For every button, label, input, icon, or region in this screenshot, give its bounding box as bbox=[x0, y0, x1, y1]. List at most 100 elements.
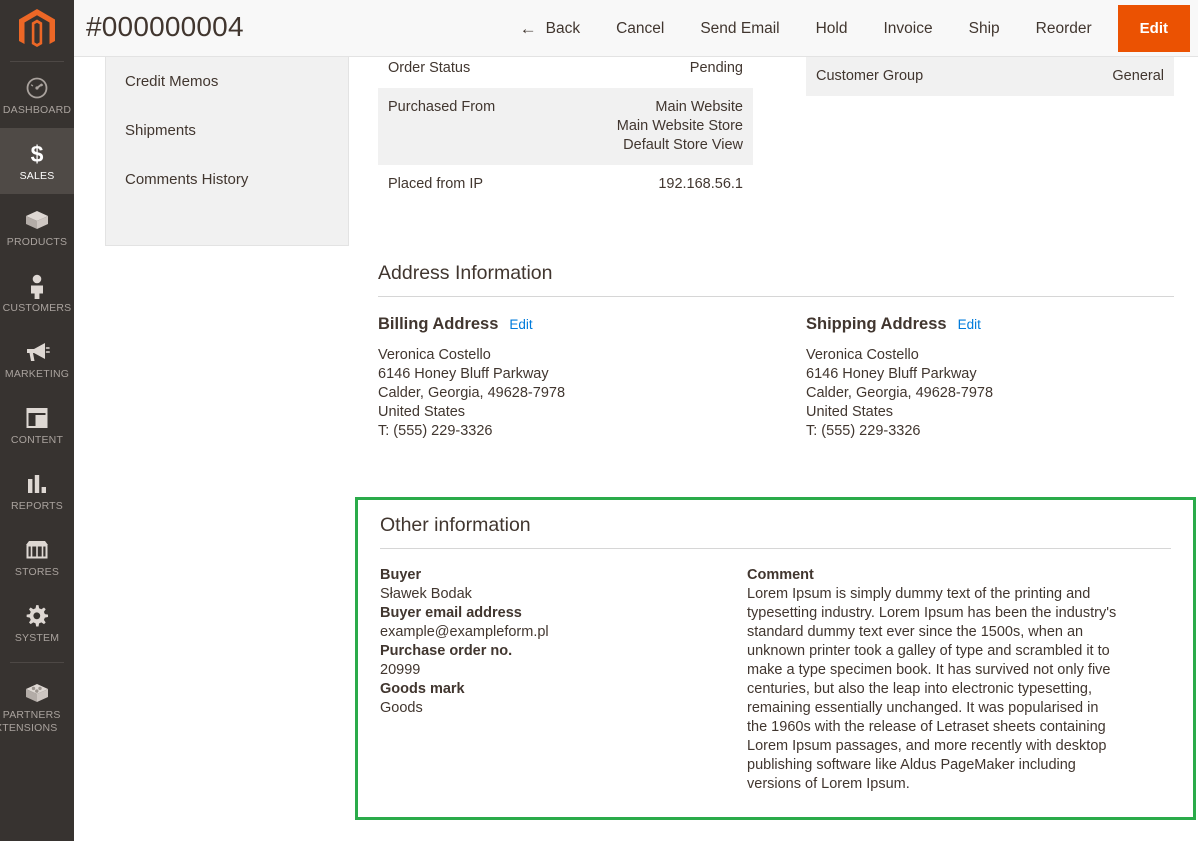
table-row: Purchased From Main Website Main Website… bbox=[378, 88, 753, 165]
purchased-from-label: Purchased From bbox=[388, 99, 496, 115]
sidebar-item-label: CONTENT bbox=[10, 434, 64, 446]
shipping-street: 6146 Honey Bluff Parkway bbox=[806, 366, 977, 382]
placed-from-ip-value: 192.168.56.1 bbox=[658, 176, 743, 192]
billing-city-state-zip: Calder, Georgia, 49628-7978 bbox=[378, 385, 566, 401]
billing-phone: T: (555) 229-3326 bbox=[378, 423, 493, 439]
dashboard-icon bbox=[25, 75, 49, 101]
buyer-email-value: example@exampleform.pl bbox=[380, 624, 549, 640]
send-email-button[interactable]: Send Email bbox=[682, 7, 797, 51]
placed-from-ip-label: Placed from IP bbox=[388, 176, 484, 192]
admin-sidebar: DASHBOARD $ SALES PRODUCTS CUSTOMERS MAR… bbox=[0, 0, 74, 841]
sidebar-item-stores[interactable]: STORES bbox=[0, 524, 74, 590]
address-information-section: Address Information Billing Address Edit… bbox=[378, 262, 1174, 441]
goods-mark-value: Goods bbox=[380, 700, 423, 716]
sidebar-item-label: DASHBOARD bbox=[2, 104, 72, 116]
cancel-button[interactable]: Cancel bbox=[598, 7, 682, 51]
other-information-fields: Buyer Sławek Bodak Buyer email address e… bbox=[380, 566, 747, 794]
shipping-city-state-zip: Calder, Georgia, 49628-7978 bbox=[806, 385, 994, 401]
shipping-phone: T: (555) 229-3326 bbox=[806, 423, 921, 439]
buyer-value: Sławek Bodak bbox=[380, 586, 472, 602]
order-status-value: Pending bbox=[689, 60, 743, 76]
sidebar-item-label: SALES bbox=[19, 170, 55, 182]
magento-logo[interactable] bbox=[0, 0, 74, 61]
purchase-order-no-value: 20999 bbox=[380, 662, 421, 678]
purchased-from-value: Main Website Main Website Store Default … bbox=[616, 99, 743, 153]
sidebar-item-products[interactable]: PRODUCTS bbox=[0, 194, 74, 260]
sidebar-divider-bottom bbox=[10, 662, 64, 663]
invoice-button[interactable]: Invoice bbox=[866, 7, 951, 51]
sidebar-item-marketing[interactable]: MARKETING bbox=[0, 326, 74, 392]
storefront-icon bbox=[24, 537, 50, 563]
billing-country: United States bbox=[378, 404, 466, 420]
sidebar-partners-label-line1: FIND PARTNERS bbox=[0, 709, 61, 721]
billing-name: Veronica Costello bbox=[378, 347, 491, 363]
comment-block: Comment Lorem Ipsum is simply dummy text… bbox=[747, 566, 1117, 794]
sidebar-item-label: MARKETING bbox=[4, 368, 70, 380]
comment-value: Lorem Ipsum is simply dummy text of the … bbox=[747, 586, 1117, 792]
sidebar-item-reports[interactable]: REPORTS bbox=[0, 458, 74, 524]
sidebar-item-label: SYSTEM bbox=[14, 632, 60, 644]
purchase-order-no-label: Purchase order no. bbox=[380, 643, 513, 659]
sidebar-item-find-partners-extensions[interactable]: FIND PARTNERS & EXTENSIONS bbox=[0, 667, 74, 746]
hold-button[interactable]: Hold bbox=[798, 7, 866, 51]
puzzle-block-icon bbox=[24, 680, 50, 706]
customer-group-value: General bbox=[1112, 68, 1164, 84]
back-button[interactable]: ← Back bbox=[502, 7, 598, 51]
reorder-button[interactable]: Reorder bbox=[1018, 7, 1110, 51]
billing-address-edit-link[interactable]: Edit bbox=[509, 317, 532, 332]
shipping-address-block: Shipping Address Edit Veronica Costello … bbox=[776, 315, 1174, 441]
shipping-name: Veronica Costello bbox=[806, 347, 919, 363]
section-title: Other information bbox=[380, 514, 1171, 549]
account-information-table: Customer Group General bbox=[806, 57, 1174, 96]
sidebar-item-dashboard[interactable]: DASHBOARD bbox=[0, 62, 74, 128]
goods-mark-label: Goods mark bbox=[380, 681, 465, 697]
edit-button[interactable]: Edit bbox=[1117, 5, 1190, 52]
billing-address-block: Billing Address Edit Veronica Costello 6… bbox=[378, 315, 776, 441]
shipping-address-heading: Shipping Address bbox=[806, 315, 947, 333]
ship-button[interactable]: Ship bbox=[951, 7, 1018, 51]
order-sub-navigation: Credit Memos Shipments Comments History bbox=[105, 57, 349, 246]
shipping-address-lines: Veronica Costello 6146 Honey Bluff Parkw… bbox=[806, 346, 1174, 441]
box-icon bbox=[24, 207, 50, 233]
sidebar-item-label: REPORTS bbox=[11, 500, 63, 512]
page-header: #000000004 ← Back Cancel Send Email Hold… bbox=[74, 0, 1198, 57]
shipping-address-edit-link[interactable]: Edit bbox=[958, 317, 981, 332]
admin-order-view-page: DASHBOARD $ SALES PRODUCTS CUSTOMERS MAR… bbox=[0, 0, 1198, 841]
page-title: #000000004 bbox=[86, 11, 244, 42]
person-icon bbox=[27, 273, 47, 299]
customer-group-label: Customer Group bbox=[816, 68, 924, 84]
table-row: Customer Group General bbox=[806, 57, 1174, 96]
table-row: Order Status Pending bbox=[378, 57, 753, 88]
comment-label: Comment bbox=[747, 567, 814, 583]
sidebar-item-content[interactable]: CONTENT bbox=[0, 392, 74, 458]
sidebar-item-comments-history[interactable]: Comments History bbox=[106, 155, 348, 204]
gear-icon bbox=[25, 603, 49, 629]
sidebar-item-system[interactable]: SYSTEM bbox=[0, 590, 74, 656]
megaphone-icon bbox=[24, 339, 50, 365]
billing-street: 6146 Honey Bluff Parkway bbox=[378, 366, 549, 382]
svg-text:$: $ bbox=[31, 141, 44, 167]
sidebar-item-sales[interactable]: $ SALES bbox=[0, 128, 74, 194]
sidebar-item-shipments[interactable]: Shipments bbox=[106, 106, 348, 155]
layout-icon bbox=[25, 405, 49, 431]
order-information-table: Order Status Pending Purchased From Main… bbox=[378, 57, 753, 204]
sidebar-item-label: CUSTOMERS bbox=[2, 302, 72, 314]
billing-address-lines: Veronica Costello 6146 Honey Bluff Parkw… bbox=[378, 346, 776, 441]
sidebar-item-label: STORES bbox=[14, 566, 60, 578]
bar-chart-icon bbox=[25, 471, 49, 497]
buyer-label: Buyer bbox=[380, 567, 422, 583]
shipping-country: United States bbox=[806, 404, 894, 420]
section-title: Address Information bbox=[378, 262, 1174, 297]
table-row: Placed from IP 192.168.56.1 bbox=[378, 165, 753, 204]
billing-address-heading: Billing Address bbox=[378, 315, 499, 333]
arrow-left-icon: ← bbox=[519, 19, 537, 38]
other-information-section: Other information Buyer Sławek Bodak Buy… bbox=[355, 497, 1196, 820]
sidebar-partners-label-line2: & EXTENSIONS bbox=[0, 722, 58, 734]
sidebar-item-label: PRODUCTS bbox=[6, 236, 68, 248]
sidebar-item-credit-memos[interactable]: Credit Memos bbox=[106, 57, 348, 106]
sidebar-item-customers[interactable]: CUSTOMERS bbox=[0, 260, 74, 326]
dollar-icon: $ bbox=[25, 141, 49, 167]
order-status-label: Order Status bbox=[388, 60, 471, 76]
page-actions-toolbar: ← Back Cancel Send Email Hold Invoice Sh… bbox=[502, 0, 1190, 57]
buyer-email-label: Buyer email address bbox=[380, 605, 522, 621]
